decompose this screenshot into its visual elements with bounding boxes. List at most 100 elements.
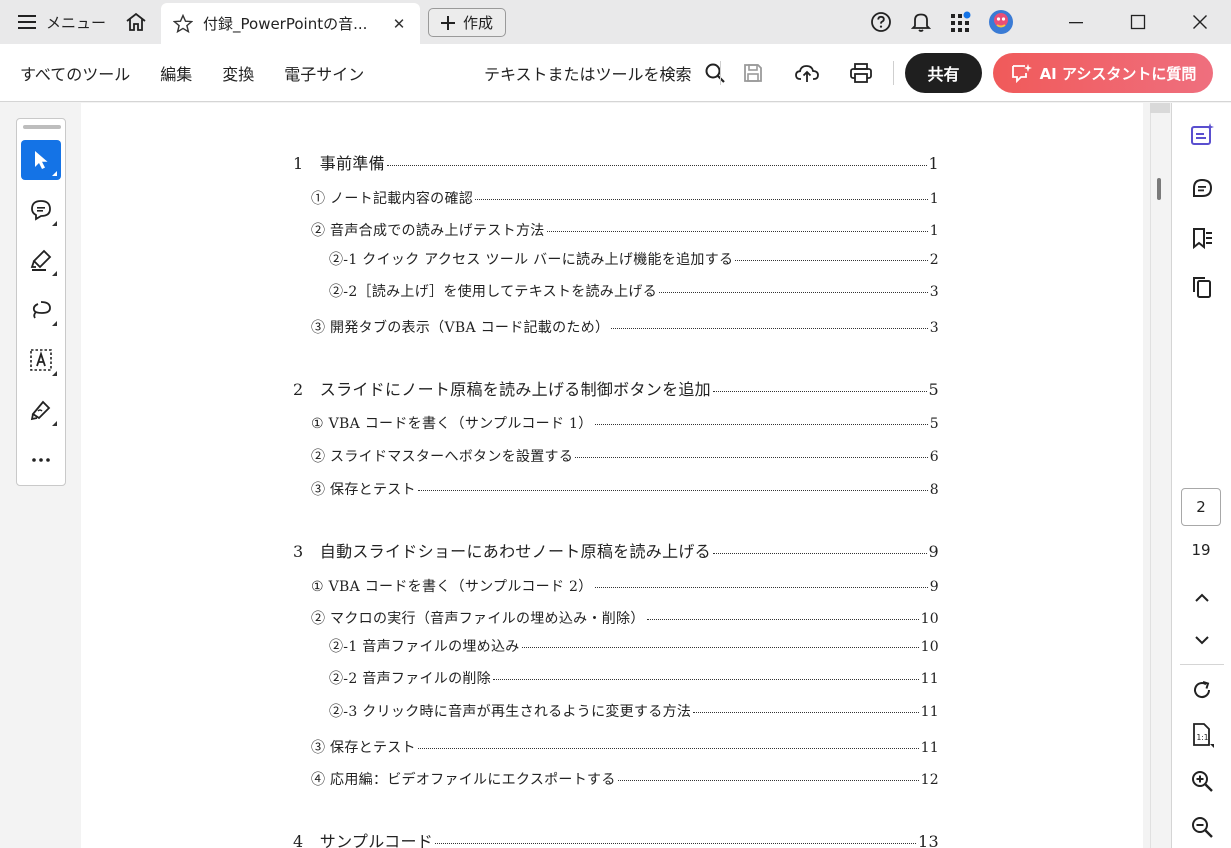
notifications-button[interactable] [901, 0, 941, 44]
toc-entry[interactable]: ① VBA コードを書く（サンプルコード 2） 9 [311, 576, 939, 596]
toc-entry[interactable]: ② マクロの実行（音声ファイルの埋め込み・削除） 10 [311, 608, 939, 628]
toc-leader [493, 679, 919, 680]
text-box-tool-button[interactable] [21, 340, 61, 380]
toc-leader [594, 424, 928, 425]
toc-entry-page: 13 [918, 832, 939, 848]
search-label: テキストまたはツールを検索 [484, 65, 692, 84]
printer-icon [850, 63, 872, 83]
toc-entry-title: ② スライドマスターへボタンを設置する [311, 449, 574, 465]
minimize-button[interactable] [1045, 0, 1107, 44]
home-button[interactable] [116, 0, 156, 44]
comment-panel-icon [1193, 178, 1213, 197]
toc-entry[interactable]: ②-1 音声ファイルの埋め込み 10 [329, 636, 939, 656]
toc-entry-title: ②-1 クイック アクセス ツール バーに読み上げ機能を追加する [329, 252, 734, 268]
menu-all-tools[interactable]: すべてのツール [20, 61, 130, 85]
svg-text:1:1: 1:1 [1197, 733, 1209, 742]
menu-button[interactable]: メニュー [0, 0, 124, 44]
toc-entry-page: 3 [929, 284, 939, 300]
draw-tool-button[interactable] [21, 290, 61, 330]
user-avatar-button[interactable] [981, 0, 1021, 44]
apps-button[interactable] [941, 0, 981, 44]
cloud-upload-icon [795, 65, 819, 82]
ai-generative-summary-button[interactable] [1187, 120, 1217, 150]
comments-panel-button[interactable] [1187, 174, 1217, 204]
toc-entry-title: 1 事前準備 [293, 154, 385, 173]
toc-leader [594, 587, 928, 588]
toc-entry[interactable]: ① VBA コードを書く（サンプルコード 1） 5 [311, 413, 939, 433]
actual-size-button[interactable]: 1:1 [1187, 720, 1217, 750]
toc-entry[interactable]: ②-2 音声ファイルの削除 11 [329, 668, 939, 688]
bookmarks-panel-button[interactable] [1187, 223, 1217, 253]
toc-entry[interactable]: ① ノート記載内容の確認 1 [311, 188, 939, 208]
toc-entry-title: ③ 保存とテスト [311, 740, 416, 756]
menu-edit[interactable]: 編集 [160, 61, 192, 85]
tab-close-icon[interactable]: ✕ [390, 15, 408, 33]
pen-sign-icon [30, 400, 51, 421]
toc-entry-page: 1 [928, 154, 939, 173]
toc-entry-title: ③ 保存とテスト [311, 482, 416, 498]
share-button[interactable]: 共有 [905, 53, 982, 93]
toc-leader [693, 712, 919, 713]
zoom-in-button[interactable] [1187, 766, 1217, 796]
select-tool-button[interactable] [21, 140, 61, 180]
menu-convert[interactable]: 変換 [222, 61, 254, 85]
toc-entry[interactable]: ② 音声合成での読み上げテスト方法 1 [311, 220, 939, 240]
toc-entry-page: 1 [929, 191, 939, 207]
sign-tool-button[interactable] [21, 390, 61, 430]
toc-leader [417, 748, 919, 749]
create-button[interactable]: 作成 [428, 8, 506, 37]
toc-entry-page: 10 [920, 639, 939, 655]
tool-search[interactable]: テキストまたはツールを検索 [484, 44, 726, 102]
toc-entry[interactable]: 2 スライドにノート原稿を読み上げる制御ボタンを追加 5 [293, 376, 939, 400]
star-icon[interactable] [173, 13, 193, 34]
text-box-icon [30, 349, 52, 371]
scrollbar-top-arrow[interactable] [1150, 103, 1170, 113]
toc-entry[interactable]: ②-2［読み上げ］を使用してテキストを読み上げる 3 [329, 281, 939, 301]
rotate-button[interactable] [1187, 675, 1217, 705]
highlight-tool-button[interactable] [21, 240, 61, 280]
next-page-button[interactable] [1187, 625, 1217, 655]
menu-e-sign[interactable]: 電子サイン [284, 61, 364, 85]
upload-button[interactable] [792, 58, 822, 88]
toc-entry[interactable]: ②-1 クイック アクセス ツール バーに読み上げ機能を追加する 2 [329, 249, 939, 269]
chevron-up-icon [1195, 593, 1209, 602]
close-window-button[interactable] [1169, 0, 1231, 44]
help-button[interactable] [861, 0, 901, 44]
help-icon [871, 12, 891, 32]
hamburger-icon [18, 15, 36, 29]
more-tools-button[interactable] [21, 440, 61, 480]
minimize-icon [1069, 22, 1083, 24]
toc-leader [617, 780, 919, 781]
toc-leader [521, 647, 919, 648]
toc-entry[interactable]: ③ 開発タブの表示（VBA コード記載のため） 3 [311, 317, 939, 337]
toc-entry[interactable]: ②-3 クリック時に音声が再生されるように変更する方法 11 [329, 701, 939, 721]
toc-entry[interactable]: 1 事前準備 1 [293, 150, 939, 174]
tab-title: 付録_PowerPointの音... [203, 15, 368, 33]
panel-drag-handle[interactable] [23, 125, 61, 129]
submenu-indicator [52, 221, 57, 226]
page-thumbnails-button[interactable] [1187, 272, 1217, 302]
plus-icon [440, 15, 455, 30]
toc-entry[interactable]: ③ 保存とテスト 8 [311, 479, 939, 499]
comment-tool-button[interactable] [21, 190, 61, 230]
document-tab[interactable]: 付録_PowerPointの音... ✕ [161, 3, 420, 44]
print-button[interactable] [846, 58, 876, 88]
toc-entry[interactable]: 3 自動スライドショーにあわせノート原稿を読み上げる 9 [293, 538, 939, 562]
ai-summary-icon [1191, 123, 1214, 145]
toc-leader [386, 165, 927, 166]
toc-entry[interactable]: ④ 応用編：ビデオファイルにエクスポートする 12 [311, 769, 939, 789]
toc-entry[interactable]: ② スライドマスターへボタンを設置する 6 [311, 446, 939, 466]
ai-assistant-button[interactable]: AI アシスタントに質問 [993, 53, 1213, 93]
current-page-input[interactable]: 2 [1181, 488, 1221, 526]
toc-entry[interactable]: ③ 保存とテスト 11 [311, 737, 939, 757]
toc-entry[interactable]: 4 サンプルコード 13 [293, 828, 939, 848]
toc-entry-title: ① VBA コードを書く（サンプルコード 1） [311, 416, 593, 432]
save-button[interactable] [738, 58, 768, 88]
toc-leader [659, 292, 928, 293]
toc-entry-title: ③ 開発タブの表示（VBA コード記載のため） [311, 320, 610, 336]
maximize-button[interactable] [1107, 0, 1169, 44]
zoom-out-button[interactable] [1187, 812, 1217, 842]
previous-page-button[interactable] [1187, 583, 1217, 613]
vertical-scrollbar[interactable] [1150, 103, 1170, 848]
scrollbar-thumb[interactable] [1157, 178, 1161, 200]
